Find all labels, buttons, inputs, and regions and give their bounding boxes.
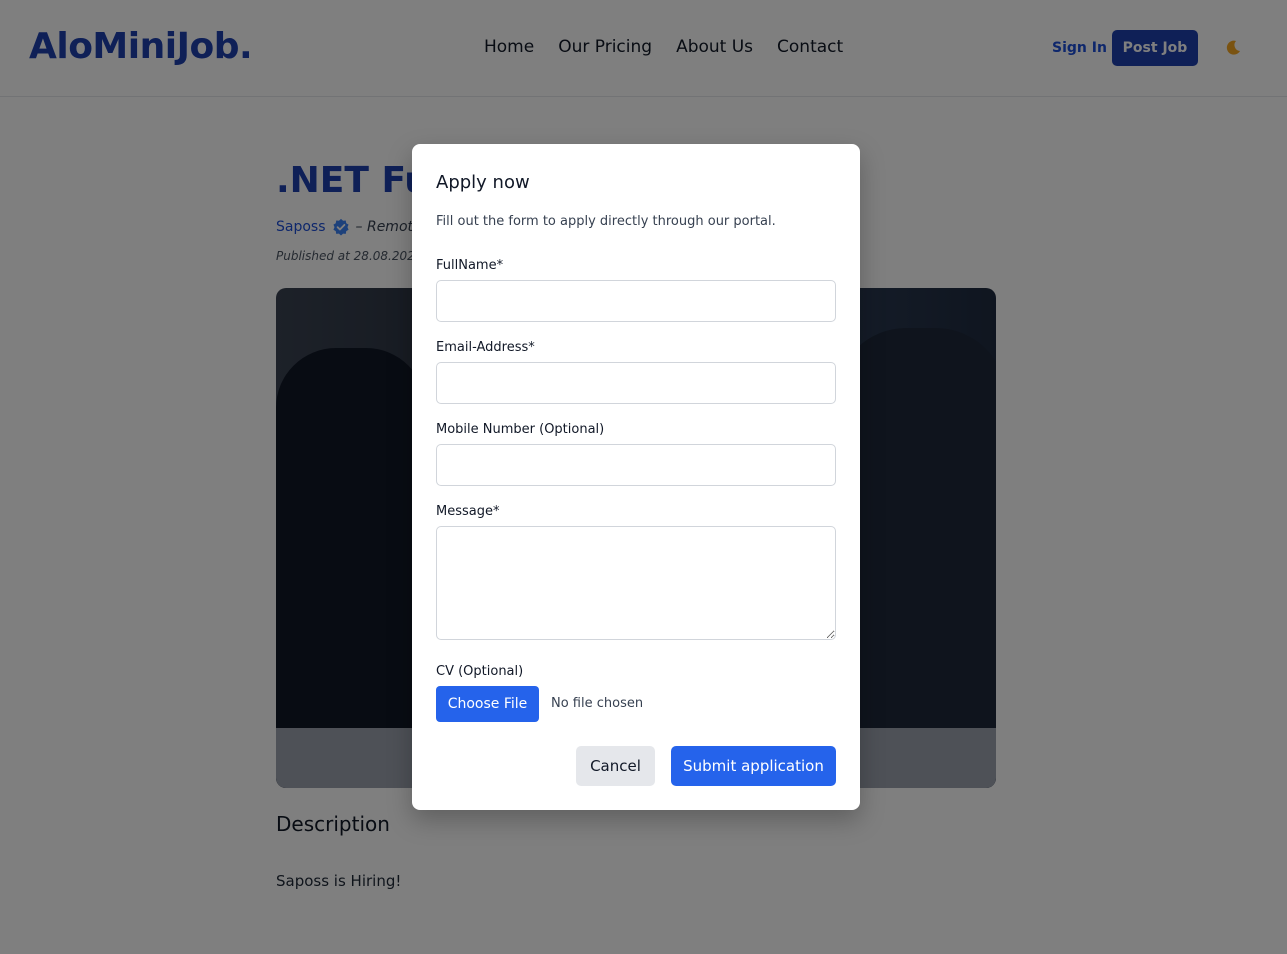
cv-label: CV (Optional) — [436, 664, 524, 679]
fullname-input[interactable] — [436, 280, 836, 322]
mobile-input[interactable] — [436, 444, 836, 486]
modal-subtitle: Fill out the form to apply directly thro… — [436, 214, 776, 229]
message-textarea[interactable] — [436, 526, 836, 640]
apply-modal: Apply now Fill out the form to apply dir… — [412, 144, 860, 810]
email-input[interactable] — [436, 362, 836, 404]
modal-title: Apply now — [436, 172, 530, 193]
message-label: Message* — [436, 504, 500, 519]
submit-application-button[interactable]: Submit application — [671, 746, 836, 786]
fullname-label: FullName* — [436, 258, 504, 273]
file-status: No file chosen — [551, 696, 644, 711]
choose-file-button[interactable]: Choose File — [436, 686, 539, 722]
mobile-label: Mobile Number (Optional) — [436, 422, 605, 437]
email-label: Email-Address* — [436, 340, 535, 355]
cancel-button[interactable]: Cancel — [576, 746, 655, 786]
